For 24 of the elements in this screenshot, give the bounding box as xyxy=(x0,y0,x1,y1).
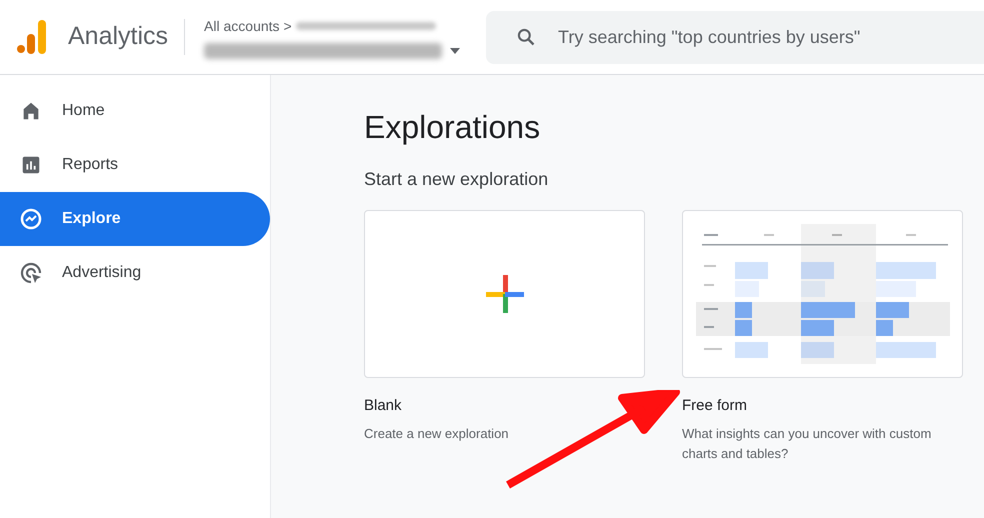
product-name: Analytics xyxy=(68,21,168,52)
account-picker[interactable] xyxy=(204,42,460,58)
template-title: Blank xyxy=(364,396,403,416)
template-description: What insights can you uncover with custom charts and tables? xyxy=(682,424,932,462)
analytics-logo-icon xyxy=(17,20,47,54)
dropdown-caret-icon xyxy=(450,48,460,54)
nav-item[interactable]: Reports xyxy=(0,138,270,192)
page-title: Explorations xyxy=(364,108,542,147)
explore-icon xyxy=(19,207,43,231)
breadcrumb-separator: > xyxy=(284,16,292,36)
section-subtitle: Start a new exploration xyxy=(364,168,550,191)
template-title: Free form xyxy=(682,396,748,416)
search-icon xyxy=(516,26,536,46)
target-cursor-icon xyxy=(19,261,43,285)
nav-item[interactable]: Home xyxy=(0,84,270,138)
breadcrumb-link[interactable]: All accounts xyxy=(204,16,280,36)
bar-chart-icon xyxy=(20,154,42,176)
template-card[interactable] xyxy=(682,210,963,378)
template-card[interactable] xyxy=(364,210,645,378)
template-description: Create a new exploration xyxy=(364,424,510,443)
nav-item[interactable]: Advertising xyxy=(0,246,270,300)
search-field[interactable]: Try searching "top countries by users" xyxy=(486,10,984,64)
plus-icon xyxy=(486,275,524,313)
nav-item[interactable]: Explore xyxy=(0,192,270,246)
